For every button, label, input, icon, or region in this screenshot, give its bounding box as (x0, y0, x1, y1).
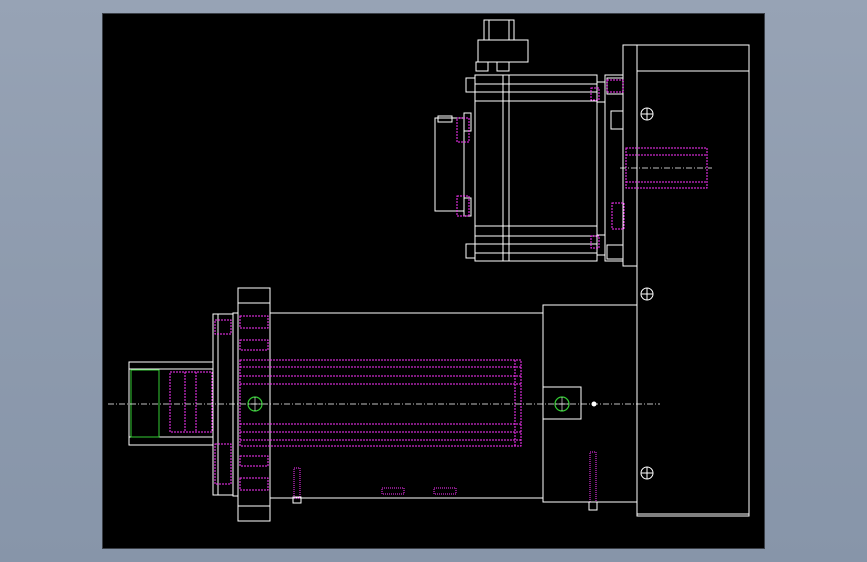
gearbox-housing (542, 304, 638, 503)
upper-motor-hidden-lines (456, 79, 708, 249)
screw-hole-icon (640, 466, 654, 480)
bolt-icon (588, 501, 598, 511)
bolt-icon (293, 467, 301, 499)
screw-hole-icon (640, 107, 654, 121)
mechanical-drawing (108, 19, 750, 522)
center-mark-icon (247, 396, 263, 412)
rod-end-green-outline (130, 369, 160, 438)
actuator-rod-end (128, 361, 214, 446)
upper-motor (434, 19, 624, 262)
mounting-plate (622, 44, 750, 517)
center-mark-icon (554, 396, 570, 412)
label-marks (381, 487, 457, 495)
barrel-hidden-lines (169, 315, 522, 491)
screw-hole-icon (640, 287, 654, 301)
pivot-point-icon (591, 401, 597, 407)
bolt-icon (589, 451, 597, 503)
